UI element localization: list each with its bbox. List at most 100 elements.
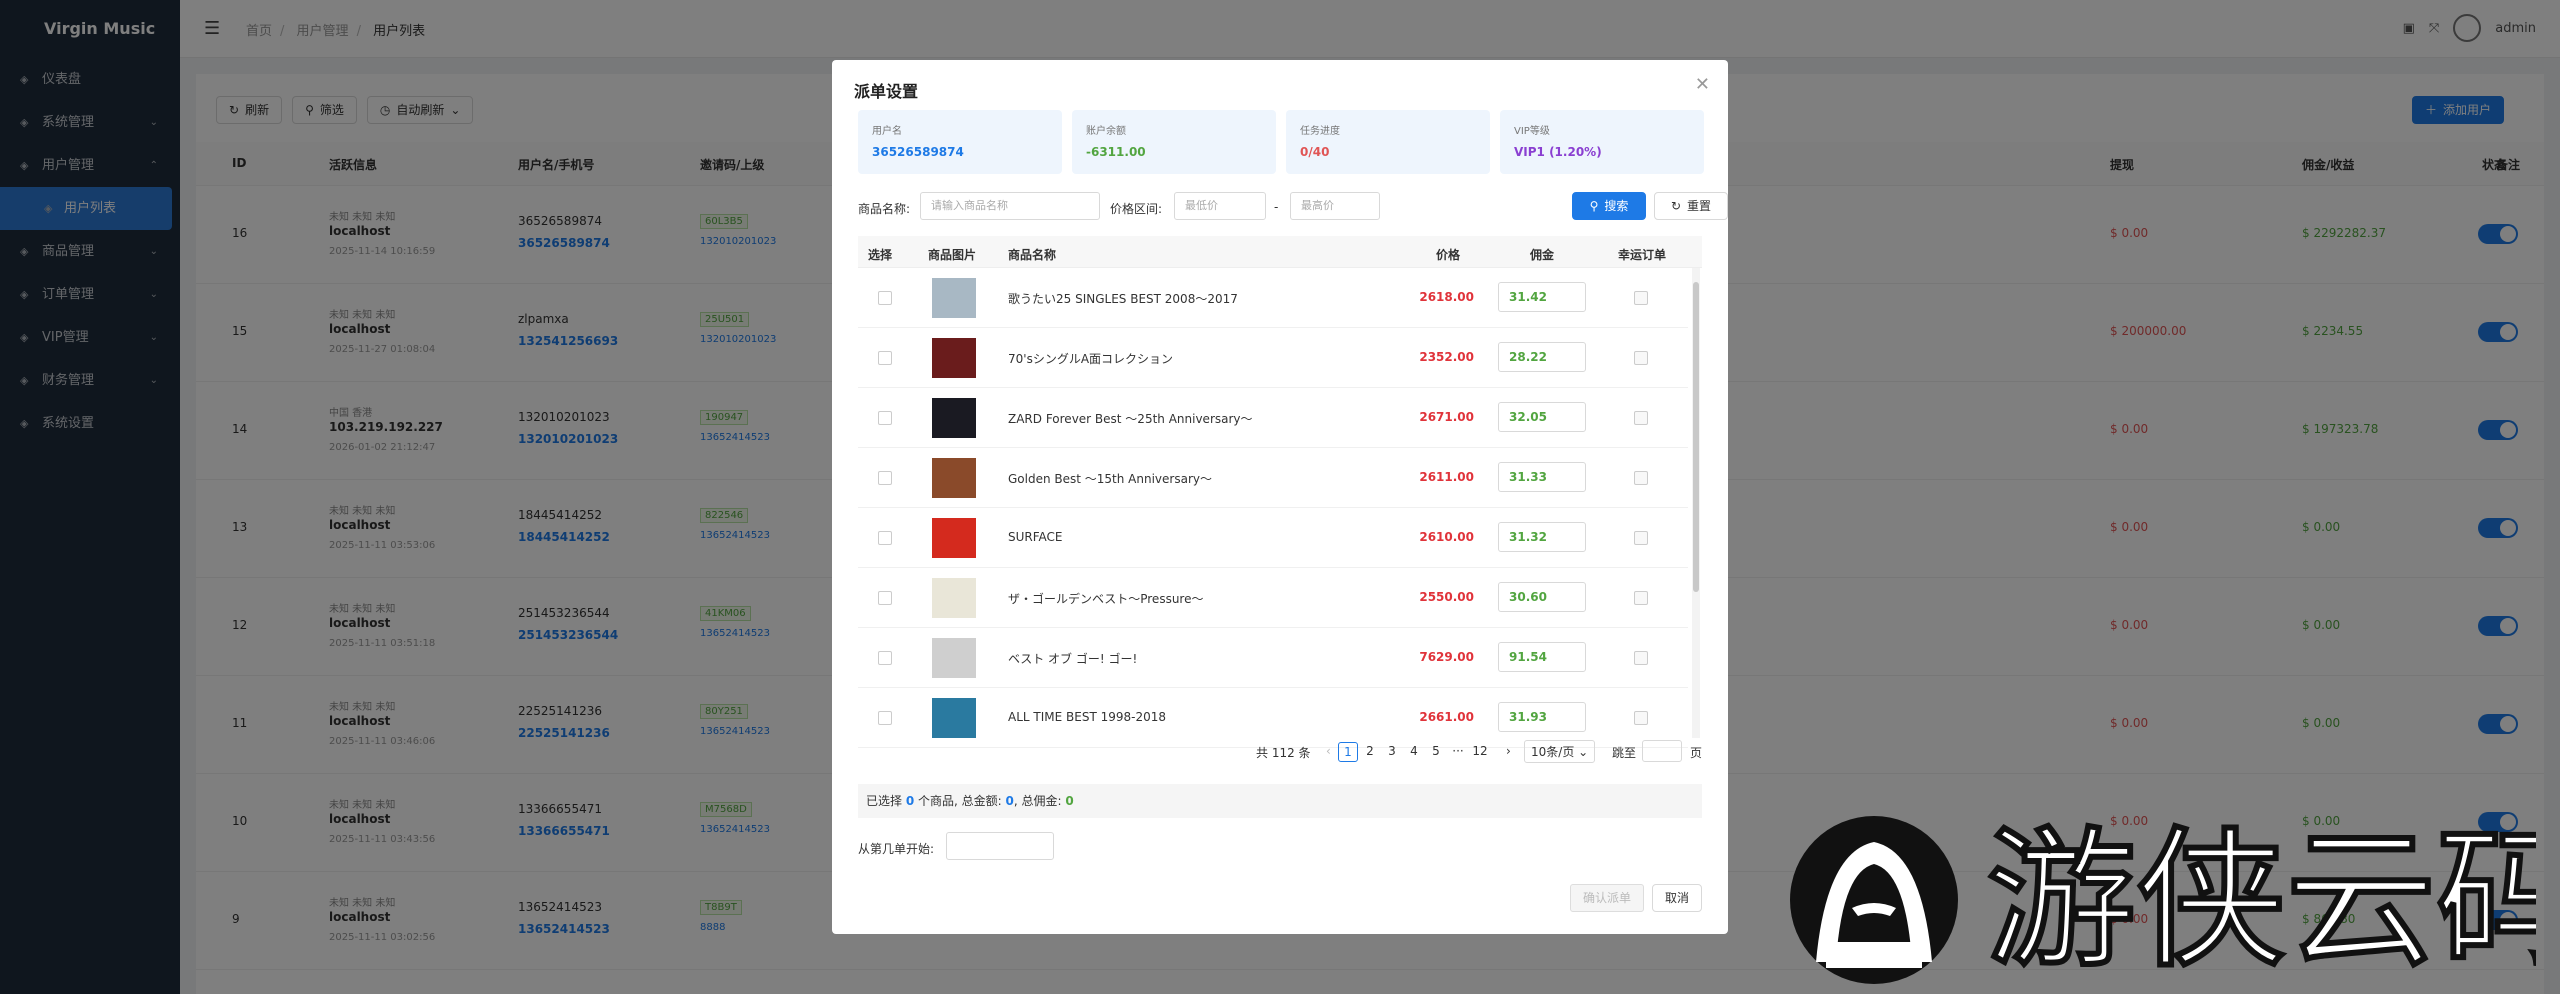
reset-icon: ↻ — [1670, 199, 1682, 213]
search-icon: ⚲ — [1589, 199, 1599, 213]
lucky-order-checkbox[interactable] — [1634, 531, 1648, 545]
product-image — [932, 578, 976, 618]
table-scrollbar[interactable] — [1692, 268, 1700, 738]
commission-input[interactable]: 31.42 — [1498, 282, 1586, 312]
lucky-order-checkbox[interactable] — [1634, 411, 1648, 425]
col-image: 商品图片 — [928, 248, 977, 262]
dispatch-modal: 派单设置 ✕ 用户名 36526589874 账户余额 -6311.00 任务进度 0/4… — [832, 60, 1728, 934]
product-price: 2352.00 — [1419, 350, 1474, 364]
page-5[interactable]: 5 — [1426, 742, 1446, 762]
page-size-select[interactable]: 10条/页 ⌄ — [1524, 740, 1596, 763]
scrollbar-thumb[interactable] — [1693, 282, 1699, 592]
product-table: 选择 商品图片 商品名称 价格 佣金 幸运订单 歌うたい25 SINGLES B… — [858, 236, 1702, 778]
goto-page-input[interactable] — [1642, 740, 1682, 762]
pager-total: 共 112 条 — [1256, 746, 1311, 760]
product-row: ZARD Forever Best ～25th Anniversary～ 2671… — [858, 388, 1688, 448]
product-row: Golden Best ～15th Anniversary～ 2611.00 31.… — [858, 448, 1688, 508]
info-label: 用户名 — [872, 126, 902, 137]
confirm-dispatch-button[interactable]: 确认派单 — [1569, 884, 1644, 912]
page-2[interactable]: 2 — [1360, 742, 1380, 762]
goto-label: 跳至 — [1612, 746, 1637, 760]
product-checkbox[interactable] — [878, 711, 892, 725]
product-price: 2618.00 — [1419, 290, 1474, 304]
col-price: 价格 — [1436, 248, 1461, 262]
lucky-order-checkbox[interactable] — [1634, 351, 1648, 365]
col-comm: 佣金 — [1530, 248, 1555, 262]
product-name: ALL TIME BEST 1998-2018 — [1008, 710, 1166, 724]
product-name: SURFACE — [1008, 530, 1063, 544]
product-row: 歌うたい25 SINGLES BEST 2008～2017 2618.00 31.4… — [858, 268, 1688, 328]
page-12[interactable]: 12 — [1470, 742, 1490, 762]
price-range-label: 价格区间: — [1110, 202, 1163, 216]
product-checkbox[interactable] — [878, 291, 892, 305]
col-lucky: 幸运订单 — [1618, 248, 1667, 262]
product-filter: 商品名称: 请输入商品名称 价格区间: 最低价 - 最高价 ⚲ 搜索 ↻ 重置 — [858, 192, 1728, 222]
info-label: 任务进度 — [1300, 126, 1340, 137]
lucky-order-checkbox[interactable] — [1634, 291, 1648, 305]
info-card: 用户名 36526589874 — [858, 110, 1062, 174]
product-image — [932, 458, 976, 498]
modal-title: 派单设置 — [854, 82, 919, 101]
col-name: 商品名称 — [1008, 248, 1057, 262]
lucky-order-checkbox[interactable] — [1634, 591, 1648, 605]
commission-input[interactable]: 31.32 — [1498, 522, 1586, 552]
info-value: VIP1 (1.20%) — [1514, 145, 1602, 159]
page-4[interactable]: 4 — [1404, 742, 1424, 762]
user-info-cards: 用户名 36526589874 账户余额 -6311.00 任务进度 0/40 VIP等级 V… — [858, 110, 1704, 174]
product-row: 70'sシングルA面コレクション 2352.00 28.22 — [858, 328, 1688, 388]
product-price: 2671.00 — [1419, 410, 1474, 424]
product-name: ベスト オブ ゴー! ゴー! — [1008, 652, 1138, 666]
product-price: 2610.00 — [1419, 530, 1474, 544]
range-dash: - — [1274, 200, 1279, 214]
product-checkbox[interactable] — [878, 471, 892, 485]
product-price: 2661.00 — [1419, 710, 1474, 724]
product-row: SURFACE 2610.00 31.32 — [858, 508, 1688, 568]
commission-input[interactable]: 28.22 — [1498, 342, 1586, 372]
lucky-order-checkbox[interactable] — [1634, 471, 1648, 485]
prev-page-icon[interactable]: ‹ — [1326, 744, 1331, 758]
page-unit-label: 页 — [1690, 746, 1703, 760]
product-row: ベスト オブ ゴー! ゴー! 7629.00 91.54 — [858, 628, 1688, 688]
commission-input[interactable]: 31.93 — [1498, 702, 1586, 732]
product-checkbox[interactable] — [878, 411, 892, 425]
product-image — [932, 518, 976, 558]
name-search-input[interactable]: 请输入商品名称 — [920, 192, 1100, 220]
search-button[interactable]: ⚲ 搜索 — [1572, 192, 1646, 220]
total-amount: 0 — [1005, 794, 1014, 808]
commission-input[interactable]: 91.54 — [1498, 642, 1586, 672]
product-checkbox[interactable] — [878, 351, 892, 365]
product-image — [932, 398, 976, 438]
name-label: 商品名称: — [858, 202, 911, 216]
close-icon[interactable]: ✕ — [1695, 74, 1710, 95]
product-checkbox[interactable] — [878, 531, 892, 545]
lucky-order-checkbox[interactable] — [1634, 651, 1648, 665]
commission-input[interactable]: 32.05 — [1498, 402, 1586, 432]
product-image — [932, 338, 976, 378]
page-ellipsis[interactable]: ··· — [1448, 742, 1468, 762]
col-select: 选择 — [868, 248, 893, 262]
product-checkbox[interactable] — [878, 651, 892, 665]
page-1[interactable]: 1 — [1338, 742, 1358, 762]
watermark-text: 游侠云码网 — [1986, 814, 2536, 988]
total-commission: 0 — [1065, 794, 1074, 808]
start-order-input[interactable] — [946, 832, 1054, 860]
min-price-input[interactable]: 最低价 — [1174, 192, 1266, 220]
commission-input[interactable]: 31.33 — [1498, 462, 1586, 492]
commission-input[interactable]: 30.60 — [1498, 582, 1586, 612]
info-card: 账户余额 -6311.00 — [1072, 110, 1276, 174]
selected-count: 0 — [905, 794, 915, 808]
product-checkbox[interactable] — [878, 591, 892, 605]
product-price: 2550.00 — [1419, 590, 1474, 604]
product-price: 2611.00 — [1419, 470, 1474, 484]
max-price-input[interactable]: 最高价 — [1290, 192, 1380, 220]
cancel-button[interactable]: 取消 — [1651, 884, 1702, 912]
next-page-icon[interactable]: › — [1506, 744, 1511, 758]
product-price: 7629.00 — [1419, 650, 1474, 664]
selection-summary: 已选择 0 个商品, 总金额: 0, 总佣金: 0 — [858, 784, 1702, 818]
product-name: 70'sシングルA面コレクション — [1008, 352, 1174, 366]
lucky-order-checkbox[interactable] — [1634, 711, 1648, 725]
info-label: 账户余额 — [1086, 126, 1126, 137]
page-3[interactable]: 3 — [1382, 742, 1402, 762]
product-table-header: 选择 商品图片 商品名称 价格 佣金 幸运订单 — [858, 236, 1702, 268]
reset-button[interactable]: ↻ 重置 — [1654, 192, 1728, 220]
